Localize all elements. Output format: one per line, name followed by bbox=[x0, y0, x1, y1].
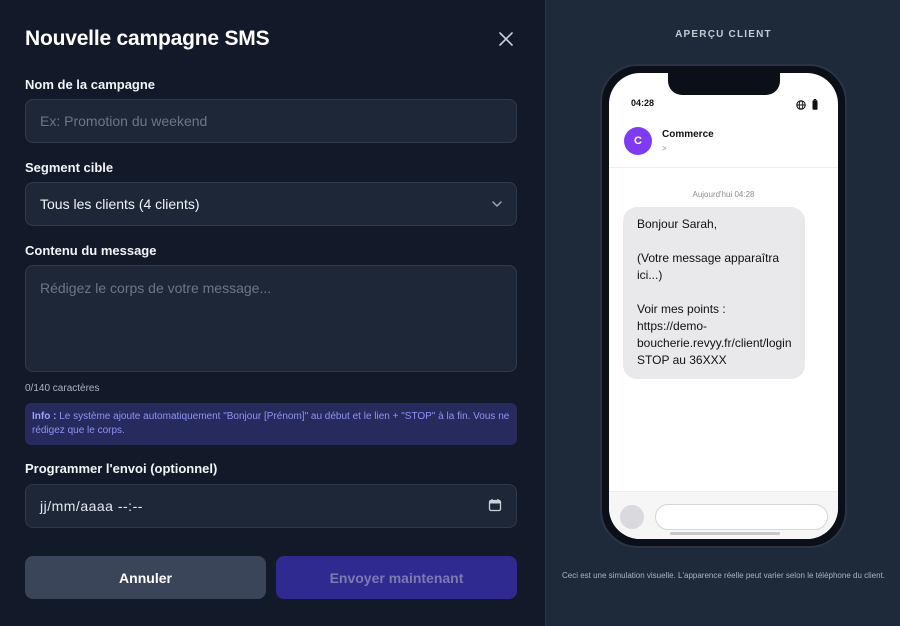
message-input-pill bbox=[655, 504, 828, 530]
calendar-icon[interactable] bbox=[488, 498, 502, 517]
message-content-textarea[interactable] bbox=[26, 266, 516, 371]
message-content-label: Contenu du message bbox=[25, 243, 157, 258]
segment-select[interactable]: Tous les clients (4 clients) bbox=[25, 182, 517, 226]
char-counter: 0/140 caractères bbox=[25, 383, 100, 394]
conversation-header: C Commerce > bbox=[609, 123, 838, 168]
campaign-name-input[interactable] bbox=[26, 100, 516, 142]
home-indicator bbox=[670, 532, 780, 535]
chevron-down-icon bbox=[490, 197, 504, 216]
schedule-datetime-input[interactable]: jj/mm/aaaa --:-- bbox=[25, 484, 517, 528]
globe-icon bbox=[796, 97, 806, 115]
segment-selected-value: Tous les clients (4 clients) bbox=[40, 196, 200, 212]
info-prefix: Info : bbox=[32, 411, 57, 422]
cancel-button[interactable]: Annuler bbox=[25, 556, 266, 599]
phone-screen: 04:28 C Commerce > Aujourd'hui 04:28 Bon… bbox=[609, 73, 838, 539]
phone-mockup: 04:28 C Commerce > Aujourd'hui 04:28 Bon… bbox=[600, 64, 847, 548]
close-icon[interactable] bbox=[497, 30, 515, 48]
segment-label: Segment cible bbox=[25, 160, 114, 175]
campaign-name-field[interactable] bbox=[25, 99, 517, 143]
camera-icon bbox=[620, 505, 644, 529]
preview-disclaimer: Ceci est une simulation visuelle. L'appa… bbox=[561, 571, 886, 580]
message-content-field[interactable] bbox=[25, 265, 517, 372]
message-timestamp: Aujourd'hui 04:28 bbox=[692, 190, 755, 199]
contact-subtitle: > bbox=[662, 144, 667, 153]
client-preview-panel: APERÇU CLIENT 04:28 C Commerce > Aujourd… bbox=[545, 0, 900, 626]
send-now-button[interactable]: Envoyer maintenant bbox=[276, 556, 517, 599]
contact-name: Commerce bbox=[662, 129, 714, 140]
sms-message-bubble: Bonjour Sarah, (Votre message apparaîtra… bbox=[623, 207, 805, 379]
campaign-form-panel: Nouvelle campagne SMS Nom de la campagne… bbox=[0, 0, 545, 626]
modal-title: Nouvelle campagne SMS bbox=[25, 27, 270, 50]
campaign-name-label: Nom de la campagne bbox=[25, 77, 156, 92]
avatar: C bbox=[624, 127, 652, 155]
schedule-label: Programmer l'envoi (optionnel) bbox=[25, 461, 218, 476]
status-icons bbox=[796, 97, 818, 115]
phone-notch bbox=[668, 73, 780, 95]
info-text: Le système ajoute automatiquement "Bonjo… bbox=[32, 411, 510, 436]
schedule-datetime-value: jj/mm/aaaa --:-- bbox=[40, 498, 143, 514]
preview-title: APERÇU CLIENT bbox=[675, 29, 772, 40]
status-time: 04:28 bbox=[631, 98, 655, 108]
info-box: Info : Le système ajoute automatiquement… bbox=[25, 403, 517, 445]
battery-icon bbox=[812, 97, 818, 115]
